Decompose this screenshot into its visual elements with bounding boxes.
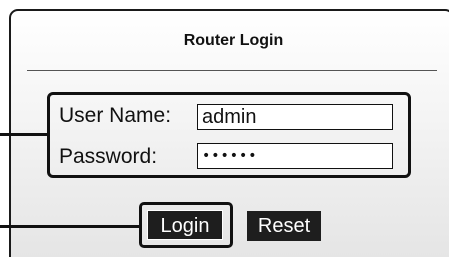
login-button[interactable]: Login xyxy=(147,210,223,240)
router-login-screen: Router Login User Name: Password: Login … xyxy=(0,0,449,257)
password-field[interactable] xyxy=(197,143,393,169)
credentials-callout-line xyxy=(0,133,48,136)
username-label: User Name: xyxy=(59,104,172,127)
password-label: Password: xyxy=(59,145,158,168)
username-field[interactable] xyxy=(197,104,393,130)
login-callout-line xyxy=(0,225,140,228)
reset-button[interactable]: Reset xyxy=(247,211,321,241)
title-divider xyxy=(27,70,437,71)
dialog-title: Router Login xyxy=(183,32,284,49)
